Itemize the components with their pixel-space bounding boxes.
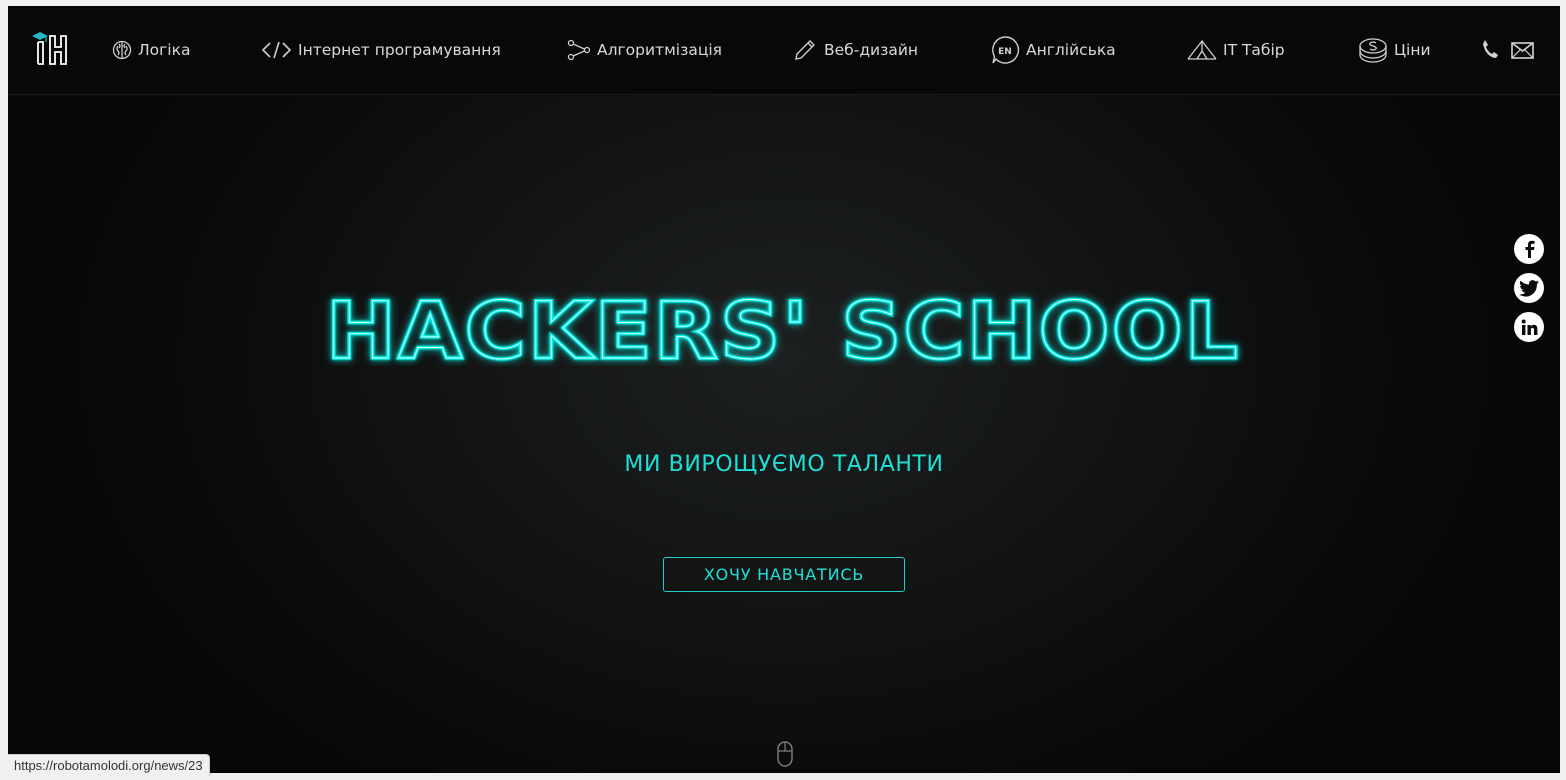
- top-navbar: Логіка Інтернет програмування Алгоритміз…: [8, 6, 1560, 95]
- hero-tagline: МИ ВИРОЩУЄМО ТАЛАНТИ: [624, 452, 944, 477]
- tent-icon: [1187, 39, 1217, 61]
- facebook-icon: [1525, 240, 1535, 258]
- twitter-icon: [1519, 279, 1539, 297]
- nav-item-label: Англійська: [1026, 41, 1116, 59]
- coins-icon: [1358, 37, 1388, 63]
- linkedin-icon: [1521, 319, 1537, 335]
- nav-item-prices[interactable]: Ціни: [1358, 34, 1431, 66]
- phone-icon[interactable]: [1481, 39, 1499, 59]
- code-icon: [261, 40, 292, 60]
- nav-item-label: Логіка: [138, 41, 191, 59]
- nav-item-web-design[interactable]: Веб-дизайн: [792, 34, 918, 66]
- browser-viewport: Логіка Інтернет програмування Алгоритміз…: [8, 6, 1560, 773]
- en-speech-icon: EN: [990, 35, 1020, 65]
- hero-title: HACKERS' SCHOOL HACKERS' SCHOOL: [324, 285, 1240, 366]
- nav-item-algorithms[interactable]: Алгоритмізація: [567, 34, 722, 66]
- linkedin-button[interactable]: [1514, 312, 1544, 342]
- nav-item-label: Веб-дизайн: [824, 41, 919, 59]
- facebook-button[interactable]: [1514, 234, 1544, 264]
- mouse-scroll-icon[interactable]: [777, 741, 793, 767]
- nav-item-it-camp[interactable]: IT Табір: [1187, 34, 1285, 66]
- nav-item-logic[interactable]: Логіка: [112, 34, 190, 66]
- nav-item-label: IT Табір: [1223, 41, 1285, 59]
- nav-item-label: Ціни: [1394, 41, 1431, 59]
- pencil-icon: [792, 37, 818, 63]
- hackers-school-logo-icon[interactable]: [30, 30, 70, 66]
- svg-text:EN: EN: [998, 47, 1012, 57]
- nav-item-english[interactable]: EN Англійська: [990, 34, 1116, 66]
- mail-icon[interactable]: [1511, 42, 1534, 59]
- enroll-button[interactable]: ХОЧУ НАВЧАТИСЬ: [663, 557, 905, 592]
- brain-icon: [112, 40, 132, 60]
- link-status-bar: https://robotamolodi.org/news/23: [8, 754, 210, 776]
- hero-title-core: HACKERS' SCHOOL: [326, 287, 1240, 366]
- nav-item-label: Інтернет програмування: [298, 41, 501, 59]
- twitter-button[interactable]: [1514, 273, 1544, 303]
- nav-item-label: Алгоритмізація: [597, 41, 722, 59]
- nav-item-web-programming[interactable]: Інтернет програмування: [261, 34, 501, 66]
- nodes-icon: [567, 39, 591, 61]
